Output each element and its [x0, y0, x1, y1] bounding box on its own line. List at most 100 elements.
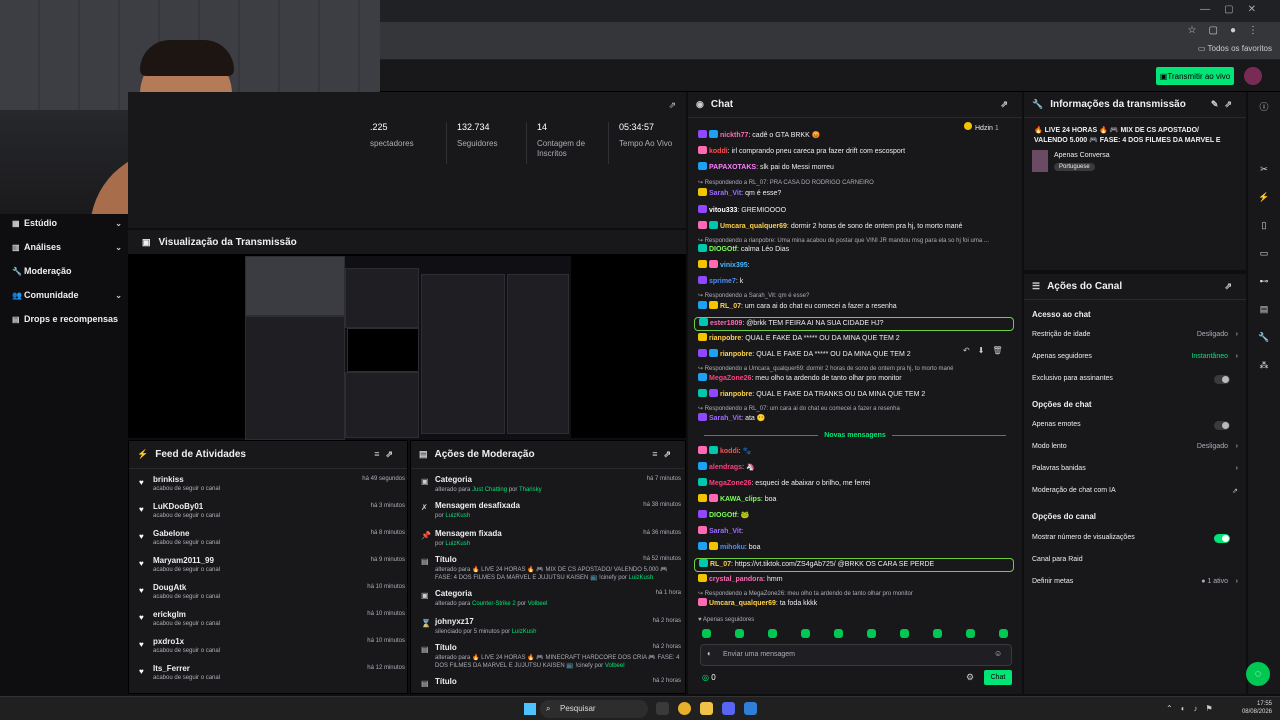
chat-message[interactable]: mihoku: boa [698, 542, 1012, 553]
toggle-switch[interactable] [1214, 421, 1230, 430]
feed-username[interactable]: Its_Ferrer [153, 664, 190, 673]
window-controls[interactable]: —▢✕ [1200, 4, 1270, 15]
app-icon[interactable] [744, 702, 757, 715]
chat-username[interactable]: crystal_pandora [709, 576, 763, 583]
emote-icon[interactable] [735, 629, 744, 638]
taskbar-clock[interactable]: 17:55 08/08/2026 [1242, 700, 1272, 716]
info-icon[interactable]: ⓘ [1257, 100, 1271, 114]
stream-video[interactable] [245, 256, 571, 440]
chat-message[interactable]: crystal_pandora: hmm [698, 574, 1012, 585]
chat-message[interactable]: Sarah_Vit: ata 😶 [698, 413, 1012, 424]
feed-item[interactable]: ♥ LuKDooBy01 acabou de seguir o canal há 3 … [139, 502, 405, 528]
moderator-name[interactable]: Tharisky [519, 487, 542, 493]
chat-popout-icon[interactable]: ⇗ [1000, 99, 1014, 110]
chat-message[interactable]: koddi: irl comprando pneu careca pra faz… [698, 146, 1012, 157]
channel-action-row[interactable]: Palavras banidas › [1032, 465, 1238, 477]
toggle-switch[interactable] [1214, 534, 1230, 543]
feed-item[interactable]: ♥ Gabelone acabou de seguir o canal há 8 mi… [139, 529, 405, 555]
chat-username[interactable]: nickth77 [720, 132, 748, 139]
chat-message[interactable]: MegaZone26: esqueci de abaixar o brilho,… [698, 478, 1012, 489]
chat-message[interactable]: alendrags: 🦄 [698, 462, 1012, 473]
chat-message[interactable]: RL_07: um cara ai do chat eu comecei a f… [698, 301, 1012, 312]
chat-message[interactable]: vitou333: GREMIOOOO [698, 205, 1012, 216]
chat-message[interactable]: RL_07: https://vt.tiktok.com/ZS4gAb725/ … [694, 558, 1014, 572]
emote-icon[interactable] [834, 629, 843, 638]
emote-icon[interactable] [702, 629, 711, 638]
moderator-name[interactable]: LuizKush [629, 575, 654, 581]
moderator-name[interactable]: Just Chatting [472, 487, 507, 493]
emote-picker-icon[interactable]: ☺ [994, 649, 1002, 658]
chat-message[interactable]: DIOGOtf: 🐸 [698, 510, 1012, 521]
chat-message[interactable]: koddi: 🐾 [698, 446, 1012, 457]
feed-item[interactable]: ♥ erickglm acabou de seguir o canal há 10 m… [139, 610, 405, 636]
chat-username[interactable]: Umcara_qualquer69 [720, 223, 787, 230]
moderator-name[interactable]: Volbeel [605, 663, 625, 669]
channel-action-row[interactable]: Exclusivo para assinantes [1032, 375, 1238, 387]
chat-username[interactable]: KAWA_clips [720, 496, 761, 503]
channel-action-row[interactable]: Apenas emotes [1032, 421, 1238, 433]
moderator-name[interactable]: Counter-Strike 2 [472, 601, 516, 607]
chat-message[interactable]: PAPAXOTAKS: slk pai do Messi morreu [698, 162, 1012, 173]
emote-icon[interactable] [768, 629, 777, 638]
link-icon[interactable]: ⊷ [1257, 276, 1271, 290]
stream-category[interactable]: Apenas Conversa [1054, 152, 1110, 159]
chat-username[interactable]: Sarah_Vit [709, 415, 741, 422]
popout-icon[interactable]: ⇗ [668, 100, 676, 111]
emote-icon[interactable] [999, 629, 1008, 638]
channel-action-row[interactable]: Modo lento Desligado › [1032, 443, 1238, 455]
feed-item[interactable]: ♥ DougAtk acabou de seguir o canal há 10 mi… [139, 583, 405, 609]
chat-username[interactable]: vinix395 [720, 262, 748, 269]
feed-username[interactable]: pxdro1x [153, 637, 184, 646]
info-edit-controls[interactable]: ✎⇗ [1211, 99, 1238, 110]
chat-send-button[interactable]: Chat [984, 670, 1012, 685]
chat-message[interactable]: rianpobre: QUAL E FAKE DA ***** OU DA MI… [698, 333, 1012, 344]
emote-icon[interactable] [867, 629, 876, 638]
gear-icon[interactable]: ⚙ [966, 672, 974, 683]
chat-username[interactable]: alendrags [709, 464, 742, 471]
chat-username[interactable]: DIOGOtf [709, 512, 737, 519]
document-icon[interactable]: ▯ [1257, 220, 1271, 234]
chat-input[interactable]: Enviar uma mensagem [700, 644, 1012, 666]
message-icon[interactable]: ▭ [1257, 248, 1271, 262]
chat-username[interactable]: mihoku [720, 544, 745, 551]
feed-username[interactable]: Gabelone [153, 529, 189, 538]
feed-item[interactable]: ♥ Maryam2011_99 acabou de seguir o canal há… [139, 556, 405, 582]
user-avatar[interactable] [1244, 67, 1262, 85]
moderator-name[interactable]: LuizKush [445, 541, 470, 547]
chat-message[interactable]: Sarah_Vit: qm é esse? [698, 188, 1012, 199]
list-icon[interactable]: ▤ [1257, 304, 1271, 318]
channel-action-row[interactable]: Apenas seguidores Instantâneo › [1032, 353, 1238, 365]
feed-username[interactable]: brinkiss [153, 475, 184, 484]
chat-message[interactable]: Umcara_qualquer69: ta foda kkkk [698, 598, 1012, 609]
chat-username[interactable]: MegaZone26 [709, 480, 751, 487]
chat-message[interactable]: nickth77: cadê o GTA BRKK 😡 [698, 130, 1012, 141]
help-chat-icon[interactable]: ◌ [1246, 662, 1270, 686]
emote-icon[interactable] [933, 629, 942, 638]
chat-username[interactable]: koddi [720, 448, 739, 455]
channel-action-row[interactable]: Mostrar número de visualizações [1032, 534, 1238, 546]
feed-item[interactable]: ♥ Its_Ferrer acabou de seguir o canal há 12… [139, 664, 405, 690]
chat-username[interactable]: sprime7 [709, 278, 736, 285]
channel-action-row[interactable]: Definir metas ● 1 ativo › [1032, 578, 1238, 590]
chat-username[interactable]: PAPAXOTAKS [709, 164, 756, 171]
emote-icon[interactable] [900, 629, 909, 638]
feed-username[interactable]: DougAtk [153, 583, 186, 592]
lightning-icon[interactable]: ⚡ [1257, 192, 1271, 206]
chat-username[interactable]: rianpobre [720, 351, 752, 358]
channel-action-row[interactable]: Canal para Raid [1032, 556, 1238, 568]
emote-icon[interactable] [966, 629, 975, 638]
go-live-button[interactable]: ▣ Transmitir ao vivo [1156, 67, 1234, 85]
taskbar-search[interactable]: ⌕ Pesquisar [540, 700, 648, 718]
feed-controls[interactable]: ≡⇗ [374, 449, 399, 460]
feed-username[interactable]: Maryam2011_99 [153, 556, 214, 565]
channel-action-row[interactable]: Moderação de chat com IA ⇗ [1032, 487, 1238, 499]
sidebar-item-0[interactable]: ▦ Estúdio ⌄ [12, 216, 122, 230]
chat-username[interactable]: RL_07 [710, 561, 731, 568]
chat-message[interactable]: MegaZone26: meu olho ta ardendo de tanto… [698, 373, 1012, 384]
sidebar-item-1[interactable]: ▥ Análises ⌄ [12, 240, 122, 254]
moderator-name[interactable]: Volbeel [528, 601, 548, 607]
sidebar-item-3[interactable]: 👥 Comunidade ⌄ [12, 288, 122, 302]
sidebar-item-4[interactable]: ▤ Drops e recompensas [12, 312, 122, 326]
chat-username[interactable]: koddi [709, 148, 728, 155]
toggle-switch[interactable] [1214, 375, 1230, 384]
